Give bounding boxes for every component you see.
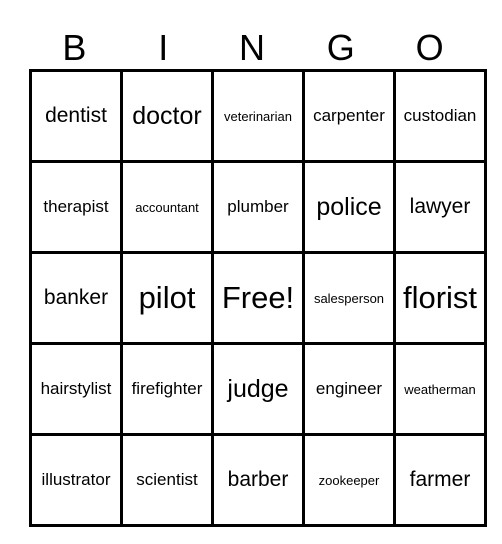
bingo-row: banker pilot Free! salesperson florist [29,251,487,345]
bingo-cell[interactable]: engineer [302,342,396,436]
bingo-row: illustrator scientist barber zookeeper farme… [29,433,487,527]
bingo-cell[interactable]: pilot [120,251,214,345]
bingo-row: therapist accountant plumber police lawyer [29,160,487,254]
bingo-cell[interactable]: farmer [393,433,487,527]
bingo-cell[interactable]: salesperson [302,251,396,345]
bingo-cell[interactable]: police [302,160,396,254]
bingo-cell[interactable]: carpenter [302,69,396,163]
header-letter: B [62,27,87,68]
bingo-cell[interactable]: zookeeper [302,433,396,527]
bingo-cell[interactable]: weatherman [393,342,487,436]
bingo-cell[interactable]: judge [211,342,305,436]
bingo-cell[interactable]: barber [211,433,305,527]
header-letter: O [415,27,444,68]
free-space[interactable]: Free! [211,251,305,345]
header-letter: G [326,27,355,68]
bingo-cell[interactable]: firefighter [120,342,214,436]
bingo-cell[interactable]: veterinarian [211,69,305,163]
bingo-cell[interactable]: florist [393,251,487,345]
bingo-cell[interactable]: accountant [120,160,214,254]
bingo-cell[interactable]: banker [29,251,123,345]
bingo-grid: dentist doctor veterinarian carpenter custod… [29,69,487,527]
bingo-cell[interactable]: illustrator [29,433,123,527]
bingo-header: BINGO [30,26,474,70]
bingo-cell[interactable]: plumber [211,160,305,254]
bingo-cell[interactable]: doctor [120,69,214,163]
header-letter: I [158,27,169,68]
bingo-cell[interactable]: therapist [29,160,123,254]
bingo-cell[interactable]: custodian [393,69,487,163]
header-letter: N [238,27,265,68]
bingo-cell[interactable]: scientist [120,433,214,527]
bingo-row: hairstylist firefighter judge engineer weath… [29,342,487,436]
bingo-cell[interactable]: dentist [29,69,123,163]
bingo-cell[interactable]: hairstylist [29,342,123,436]
bingo-row: dentist doctor veterinarian carpenter custod… [29,69,487,163]
bingo-cell[interactable]: lawyer [393,160,487,254]
